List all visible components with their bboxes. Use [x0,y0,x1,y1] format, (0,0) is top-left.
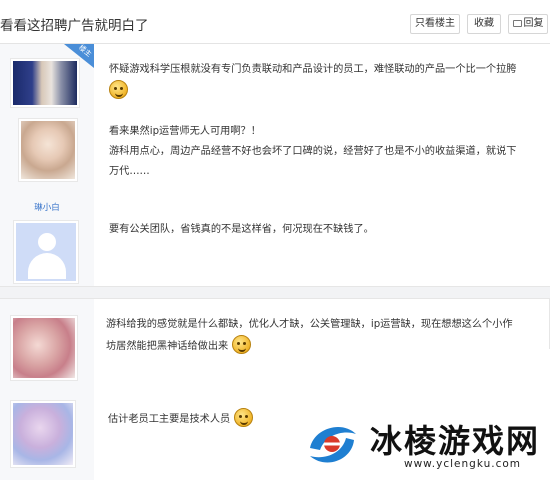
post-line: 坊居然能把黑神话给做出来 [106,341,229,352]
post-line: 万代…… [109,166,150,177]
owner-badge-label: 楼主 [77,43,93,59]
reply-button[interactable]: 回复 [508,14,548,34]
post-line: 怀疑游戏科学压根就没有专门负责联动和产品设计的员工，难怪联动的产品一个比一个拉胯 [109,64,517,75]
post-content: 怀疑游戏科学压根就没有专门负责联动和产品设计的员工，难怪联动的产品一个比一个拉胯… [94,44,550,212]
author-sidebar: 楼主 琳小白 [0,43,94,213]
site-watermark: 冰棱游戏网 www.yclengku.com [302,410,550,480]
smile-emoji-icon [231,335,251,354]
pixelated-avatar-icon [13,403,73,465]
pixelated-avatar-icon [21,121,75,179]
author-sidebar [0,391,94,480]
ice-logo-icon [304,416,360,472]
post-item: 要有公关团队，省钱真的不是这样省，何况现在不缺钱了。 [0,212,550,286]
post-text: 估计老员工主要是技术人员 [108,408,253,430]
avatar[interactable] [10,315,78,381]
post-line: 游科给我的感觉就是什么都缺，优化人才缺，公关管理缺，ip运营缺，现在想想这么个小… [106,319,513,330]
avatar[interactable] [18,118,78,182]
avatar[interactable] [10,400,76,468]
default-user-avatar-icon [16,223,76,281]
post-line: 游科用点心，周边产品经营不好也会坏了口碑的说，经营好了也是不小的收益渠道，就说下 [109,146,517,157]
thread-header: 看看这招聘广告就明白了 只看楼主 收藏 回复 [0,0,550,44]
author-sidebar [0,299,94,391]
watermark-url: www.yclengku.com [404,458,521,470]
post-text: 游科给我的感觉就是什么都缺，优化人才缺，公关管理缺，ip运营缺，现在想想这么个小… [106,315,513,357]
watermark-brand: 冰棱游戏网 [370,422,541,460]
divider [0,286,550,299]
reply-icon [512,20,522,27]
post-item: 楼主 琳小白 怀疑游戏科学压根就没有专门负责联动和产品设计的员工，难怪联动的产品… [0,43,550,213]
post-line: 看来果然ip运营师无人可用啊？！ [109,126,261,137]
thread-title: 看看这招聘广告就明白了 [0,18,149,34]
avatar[interactable] [10,58,80,108]
post-content: 要有公关团队，省钱真的不是这样省，何况现在不缺钱了。 [94,212,550,286]
post-text: 要有公关团队，省钱真的不是这样省，何况现在不缺钱了。 [109,224,374,235]
favorite-button[interactable]: 收藏 [467,14,501,34]
post-text: 怀疑游戏科学压根就没有专门负责联动和产品设计的员工，难怪联动的产品一个比一个拉胯 [109,60,517,102]
avatar[interactable] [13,220,79,284]
only-owner-button[interactable]: 只看楼主 [410,14,460,34]
pixelated-avatar-icon [13,61,77,105]
post-item: 游科给我的感觉就是什么都缺，优化人才缺，公关管理缺，ip运营缺，现在想想这么个小… [0,299,550,391]
smile-emoji-icon [233,408,253,427]
author-sidebar [0,212,94,286]
smile-emoji-icon [109,80,128,99]
post-text: 看来果然ip运营师无人可用啊？！ 游科用点心，周边产品经营不好也会坏了口碑的说，… [109,122,517,182]
reply-button-label: 回复 [523,18,544,29]
pixelated-avatar-icon [13,318,75,378]
post-content: 游科给我的感觉就是什么都缺，优化人才缺，公关管理缺，ip运营缺，现在想想这么个小… [94,299,550,391]
post-line: 估计老员工主要是技术人员 [108,414,231,425]
